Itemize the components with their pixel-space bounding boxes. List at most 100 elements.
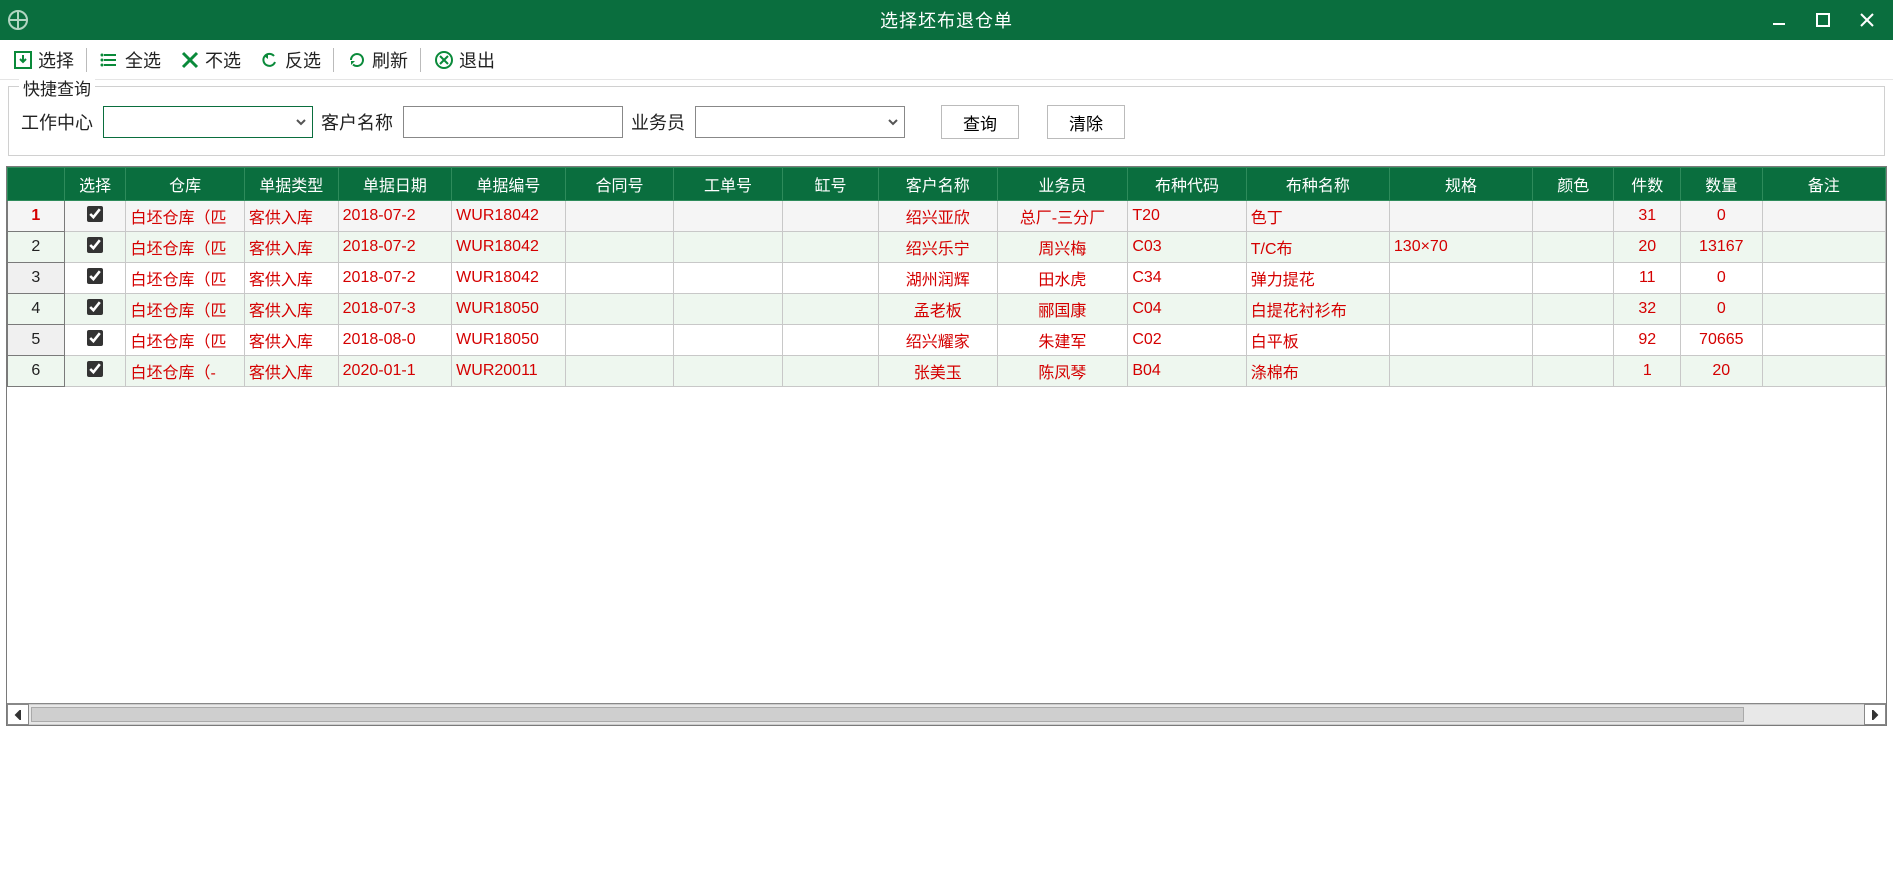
col-contract[interactable]: 合同号 [565, 168, 674, 201]
cell-pieces[interactable]: 32 [1614, 294, 1681, 325]
row-number[interactable]: 2 [8, 232, 65, 263]
cell-vat-no[interactable] [782, 232, 878, 263]
cell-doc-no[interactable]: WUR18042 [452, 232, 566, 263]
cell-remark[interactable] [1762, 356, 1885, 387]
cell-pieces[interactable]: 92 [1614, 325, 1681, 356]
cell-work-order[interactable] [674, 294, 783, 325]
exit-button[interactable]: 退出 [427, 45, 501, 75]
cell-doc-date[interactable]: 2018-07-2 [338, 201, 452, 232]
cell-cloth-name[interactable]: 色丁 [1246, 201, 1389, 232]
row-number[interactable]: 5 [8, 325, 65, 356]
col-color[interactable]: 颜色 [1533, 168, 1614, 201]
cell-color[interactable] [1533, 201, 1614, 232]
row-checkbox[interactable] [87, 237, 103, 253]
cell-color[interactable] [1533, 232, 1614, 263]
cell-salesman[interactable]: 总厂-三分厂 [997, 201, 1128, 232]
close-button[interactable] [1845, 0, 1889, 40]
cell-salesman[interactable]: 田水虎 [997, 263, 1128, 294]
cell-doc-no[interactable]: WUR18050 [452, 325, 566, 356]
minimize-button[interactable] [1757, 0, 1801, 40]
cell-doc-date[interactable]: 2018-07-2 [338, 263, 452, 294]
row-checkbox-cell[interactable] [64, 325, 126, 356]
scroll-track[interactable] [29, 704, 1864, 725]
scroll-left-button[interactable] [7, 704, 29, 725]
cell-cloth-name[interactable]: 涤棉布 [1246, 356, 1389, 387]
scroll-right-button[interactable] [1864, 704, 1886, 725]
cell-vat-no[interactable] [782, 325, 878, 356]
cell-customer[interactable]: 张美玉 [879, 356, 997, 387]
cell-customer[interactable]: 绍兴乐宁 [879, 232, 997, 263]
row-checkbox-cell[interactable] [64, 201, 126, 232]
cell-work-order[interactable] [674, 232, 783, 263]
cell-remark[interactable] [1762, 294, 1885, 325]
cell-warehouse[interactable]: 白坯仓库（匹 [126, 325, 244, 356]
cell-doc-date[interactable]: 2018-07-3 [338, 294, 452, 325]
cell-remark[interactable] [1762, 263, 1885, 294]
cell-spec[interactable] [1389, 201, 1532, 232]
select-all-button[interactable]: 全选 [93, 45, 167, 75]
scroll-thumb[interactable] [31, 707, 1744, 722]
col-spec[interactable]: 规格 [1389, 168, 1532, 201]
row-checkbox[interactable] [87, 206, 103, 222]
data-grid[interactable]: 选择 仓库 单据类型 单据日期 单据编号 合同号 工单号 缸号 客户名称 业务员… [6, 166, 1887, 726]
cell-salesman[interactable]: 陈凤琴 [997, 356, 1128, 387]
cell-contract[interactable] [565, 201, 674, 232]
cell-doc-type[interactable]: 客供入库 [244, 201, 338, 232]
cell-work-order[interactable] [674, 263, 783, 294]
salesman-combo[interactable] [695, 106, 905, 138]
cell-doc-date[interactable]: 2018-08-0 [338, 325, 452, 356]
col-doc-no[interactable]: 单据编号 [452, 168, 566, 201]
row-checkbox[interactable] [87, 361, 103, 377]
cell-pieces[interactable]: 11 [1614, 263, 1681, 294]
search-button[interactable]: 查询 [941, 105, 1019, 139]
cell-qty[interactable]: 0 [1681, 263, 1762, 294]
customer-input[interactable] [403, 106, 623, 138]
cell-work-order[interactable] [674, 325, 783, 356]
cell-remark[interactable] [1762, 325, 1885, 356]
col-cloth-name[interactable]: 布种名称 [1246, 168, 1389, 201]
row-number[interactable]: 4 [8, 294, 65, 325]
cell-doc-no[interactable]: WUR18042 [452, 201, 566, 232]
cell-customer[interactable]: 绍兴耀家 [879, 325, 997, 356]
clear-button[interactable]: 清除 [1047, 105, 1125, 139]
row-checkbox-cell[interactable] [64, 263, 126, 294]
cell-doc-type[interactable]: 客供入库 [244, 263, 338, 294]
cell-remark[interactable] [1762, 201, 1885, 232]
cell-contract[interactable] [565, 325, 674, 356]
work-center-combo[interactable] [103, 106, 313, 138]
cell-vat-no[interactable] [782, 294, 878, 325]
col-vat-no[interactable]: 缸号 [782, 168, 878, 201]
cell-warehouse[interactable]: 白坯仓库（匹 [126, 201, 244, 232]
row-checkbox-cell[interactable] [64, 232, 126, 263]
cell-contract[interactable] [565, 294, 674, 325]
cell-cloth-code[interactable]: B04 [1128, 356, 1246, 387]
row-checkbox[interactable] [87, 299, 103, 315]
cell-doc-no[interactable]: WUR18042 [452, 263, 566, 294]
col-cloth-code[interactable]: 布种代码 [1128, 168, 1246, 201]
cell-salesman[interactable]: 郦国康 [997, 294, 1128, 325]
cell-cloth-name[interactable]: T/C布 [1246, 232, 1389, 263]
cell-cloth-name[interactable]: 白平板 [1246, 325, 1389, 356]
cell-cloth-code[interactable]: C34 [1128, 263, 1246, 294]
col-doc-type[interactable]: 单据类型 [244, 168, 338, 201]
cell-cloth-name[interactable]: 弹力提花 [1246, 263, 1389, 294]
cell-vat-no[interactable] [782, 356, 878, 387]
cell-work-order[interactable] [674, 356, 783, 387]
table-row[interactable]: 5白坯仓库（匹客供入库2018-08-0WUR18050绍兴耀家朱建军C02白平… [8, 325, 1886, 356]
cell-color[interactable] [1533, 325, 1614, 356]
cell-vat-no[interactable] [782, 263, 878, 294]
col-pieces[interactable]: 件数 [1614, 168, 1681, 201]
table-row[interactable]: 3白坯仓库（匹客供入库2018-07-2WUR18042湖州润辉田水虎C34弹力… [8, 263, 1886, 294]
table-row[interactable]: 4白坯仓库（匹客供入库2018-07-3WUR18050孟老板郦国康C04白提花… [8, 294, 1886, 325]
col-qty[interactable]: 数量 [1681, 168, 1762, 201]
cell-work-order[interactable] [674, 201, 783, 232]
col-doc-date[interactable]: 单据日期 [338, 168, 452, 201]
cell-salesman[interactable]: 朱建军 [997, 325, 1128, 356]
cell-color[interactable] [1533, 356, 1614, 387]
row-checkbox-cell[interactable] [64, 294, 126, 325]
cell-pieces[interactable]: 20 [1614, 232, 1681, 263]
col-warehouse[interactable]: 仓库 [126, 168, 244, 201]
col-remark[interactable]: 备注 [1762, 168, 1885, 201]
cell-remark[interactable] [1762, 232, 1885, 263]
table-row[interactable]: 1白坯仓库（匹客供入库2018-07-2WUR18042绍兴亚欣总厂-三分厂T2… [8, 201, 1886, 232]
